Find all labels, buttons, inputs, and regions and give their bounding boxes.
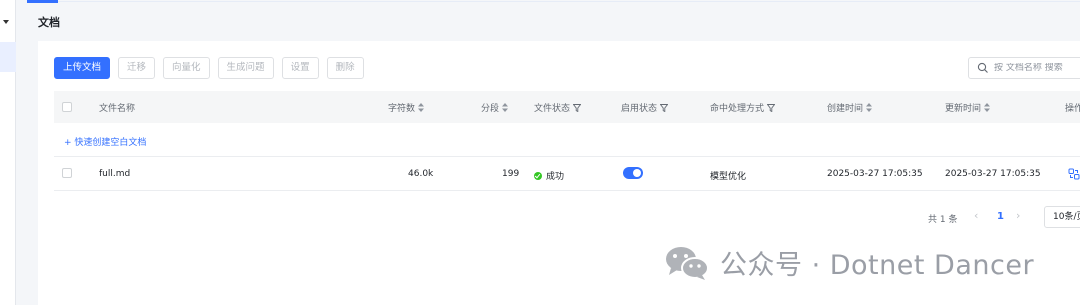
search-icon — [977, 62, 988, 73]
enable-toggle[interactable] — [623, 167, 643, 179]
row-checkbox[interactable] — [62, 168, 72, 178]
prev-page-icon[interactable]: ‹ — [974, 209, 978, 222]
quick-create-row: + 快速创建空白文档 — [54, 123, 1080, 157]
search-box[interactable] — [968, 57, 1080, 79]
cell-created-at: 2025-03-27 17:05:35 — [827, 169, 923, 179]
delete-button[interactable]: 删除 — [326, 57, 364, 79]
toolbar: 上传文档 迁移 向量化 生成问题 设置 删除 — [54, 57, 364, 79]
success-check-icon — [534, 172, 542, 180]
page-number-current[interactable]: 1 — [997, 211, 1004, 222]
top-divider — [58, 1, 1080, 2]
filter-icon[interactable] — [660, 104, 669, 112]
select-all-checkbox[interactable] — [62, 102, 72, 112]
header-actions: 操作 — [1065, 104, 1080, 114]
table-header: 文件名称 字符数 分段 文件状态 启用状态 命中处理方式 创建时间 更新时间 操… — [54, 91, 1080, 123]
header-created-at-label: 创建时间 — [827, 104, 864, 114]
toggle-knob — [633, 169, 641, 177]
page-size-select[interactable]: 10条/页 — [1044, 206, 1080, 228]
cell-file-status: 成功 — [534, 169, 564, 182]
search-input[interactable] — [994, 63, 1080, 73]
header-char-count[interactable]: 字符数 — [388, 101, 425, 114]
settings-button[interactable]: 设置 — [281, 57, 319, 79]
sort-icon[interactable] — [418, 103, 425, 112]
migrate-button[interactable]: 迁移 — [118, 57, 156, 79]
watermark: 公众号 · Dotnet Dancer — [664, 243, 1034, 282]
sort-icon[interactable] — [866, 103, 873, 112]
header-file-name: 文件名称 — [99, 104, 136, 114]
active-tab-indicator — [27, 0, 58, 3]
sidebar — [0, 0, 16, 305]
sort-icon[interactable] — [502, 103, 509, 112]
table-row[interactable]: full.md 46.0k 199 成功 模型优化 2025-03-27 17:… — [54, 157, 1080, 191]
header-segments[interactable]: 分段 — [481, 101, 509, 114]
pagination: 共 1 条 ‹ 1 › 10条/页 — [54, 206, 1080, 228]
plus-icon: + — [64, 138, 75, 148]
caret-down-icon[interactable] — [3, 20, 9, 24]
cell-segments: 199 — [502, 169, 520, 179]
filter-icon[interactable] — [767, 104, 776, 112]
watermark-text: 公众号 · Dotnet Dancer — [720, 250, 1035, 281]
file-status-label: 成功 — [546, 172, 565, 182]
header-updated-at[interactable]: 更新时间 — [945, 101, 991, 114]
header-updated-at-label: 更新时间 — [945, 104, 982, 114]
vectorize-button[interactable]: 向量化 — [163, 57, 210, 79]
quick-create-label: 快速创建空白文档 — [74, 138, 147, 148]
header-file-status-label: 文件状态 — [534, 104, 571, 114]
total-count: 共 1 条 — [928, 215, 958, 225]
sidebar-active-item[interactable] — [0, 42, 16, 72]
wechat-logo-icon — [666, 246, 709, 280]
cell-hit-method: 模型优化 — [710, 172, 747, 182]
cell-char-count: 46.0k — [408, 169, 434, 179]
sort-icon[interactable] — [984, 103, 991, 112]
header-segments-label: 分段 — [481, 104, 500, 114]
header-char-count-label: 字符数 — [388, 104, 416, 114]
sync-icon[interactable] — [1068, 168, 1080, 180]
cell-updated-at: 2025-03-27 17:05:35 — [945, 169, 1041, 179]
header-created-at[interactable]: 创建时间 — [827, 101, 873, 114]
page-title: 文档 — [38, 16, 60, 29]
header-hit-method[interactable]: 命中处理方式 — [710, 101, 776, 114]
filter-icon[interactable] — [573, 104, 582, 112]
next-page-icon[interactable]: › — [1016, 209, 1020, 222]
header-enable-status[interactable]: 启用状态 — [621, 101, 669, 114]
cell-file-name[interactable]: full.md — [99, 169, 130, 179]
header-hit-method-label: 命中处理方式 — [710, 104, 765, 114]
upload-document-button[interactable]: 上传文档 — [54, 57, 111, 79]
header-file-status[interactable]: 文件状态 — [534, 101, 582, 114]
quick-create-link[interactable]: + 快速创建空白文档 — [64, 135, 146, 148]
generate-questions-button[interactable]: 生成问题 — [217, 57, 274, 79]
header-enable-status-label: 启用状态 — [621, 104, 658, 114]
